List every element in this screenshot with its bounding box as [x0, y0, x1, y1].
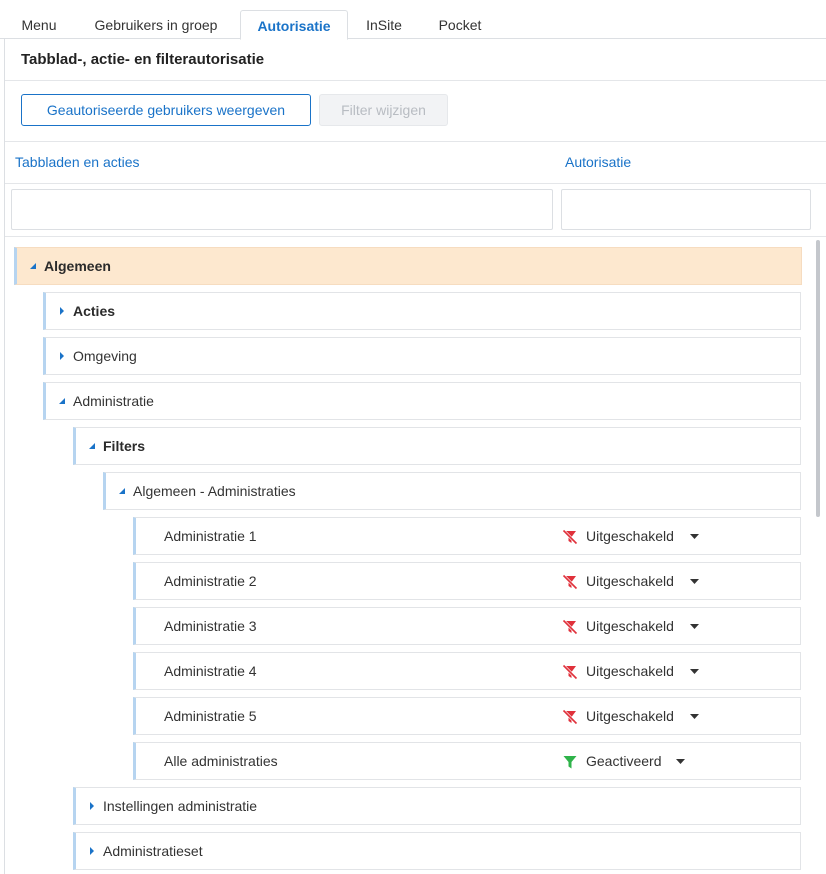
chevron-down-icon[interactable]: [690, 714, 699, 720]
status-label: Uitgeschakeld: [586, 573, 674, 589]
caret-collapsed-icon[interactable]: [57, 351, 67, 361]
tree-leaf-administratie-5[interactable]: Administratie 5 Uitgeschakeld: [133, 697, 801, 735]
tree-node-algemeen-administraties[interactable]: Algemeen - Administraties: [103, 472, 801, 510]
tabs-actions-filter-input[interactable]: [11, 189, 553, 230]
tree-node-filters[interactable]: Filters: [73, 427, 801, 465]
chevron-down-icon[interactable]: [690, 534, 699, 540]
filter-off-icon: [562, 529, 578, 545]
column-header-tabs-actions[interactable]: Tabbladen en acties: [15, 154, 140, 170]
filter-off-icon: [562, 619, 578, 635]
caret-expanded-icon[interactable]: [87, 441, 97, 451]
tree-node-label: Administratieset: [103, 843, 203, 859]
tab-insite[interactable]: InSite: [356, 10, 412, 40]
chevron-down-icon[interactable]: [690, 624, 699, 630]
chevron-down-icon[interactable]: [676, 759, 685, 765]
caret-collapsed-icon[interactable]: [87, 846, 97, 856]
tree-node-label: Omgeving: [73, 348, 137, 364]
tree-node-label: Administratie: [73, 393, 154, 409]
tree-leaf-label: Administratie 1: [164, 528, 257, 544]
tree-leaf-label: Administratie 5: [164, 708, 257, 724]
chevron-down-icon[interactable]: [690, 579, 699, 585]
tree-node-instellingen-administratie[interactable]: Instellingen administratie: [73, 787, 801, 825]
tree-node-label: Acties: [73, 303, 116, 319]
tree-node-administratie[interactable]: Administratie: [43, 382, 801, 420]
tree-node-label: Instellingen administratie: [103, 798, 258, 814]
filter-off-icon: [562, 574, 578, 590]
tree-node-algemeen[interactable]: Algemeen: [14, 247, 802, 285]
tab-autorisatie[interactable]: Autorisatie: [240, 10, 348, 40]
tree-leaf-administratie-1[interactable]: Administratie 1 Uitgeschakeld: [133, 517, 801, 555]
tree-node-label: Algemeen: [44, 258, 111, 274]
status-label: Uitgeschakeld: [586, 663, 674, 679]
tree-node-acties[interactable]: Acties: [43, 292, 801, 330]
vertical-scrollbar[interactable]: [816, 240, 820, 517]
header-divider: [5, 141, 826, 142]
tree-leaf-label: Administratie 4: [164, 663, 257, 679]
status-label: Geactiveerd: [586, 753, 662, 769]
filter-on-icon: [563, 756, 577, 769]
tree-leaf-administratie-4[interactable]: Administratie 4 Uitgeschakeld: [133, 652, 801, 690]
title-divider: [5, 80, 826, 81]
filter-off-icon: [562, 664, 578, 680]
caret-expanded-icon[interactable]: [117, 486, 127, 496]
tree-leaf-administratie-2[interactable]: Administratie 2 Uitgeschakeld: [133, 562, 801, 600]
status-label: Uitgeschakeld: [586, 528, 674, 544]
change-filter-button: Filter wijzigen: [319, 94, 448, 126]
tree-leaf-administratie-3[interactable]: Administratie 3 Uitgeschakeld: [133, 607, 801, 645]
tree-node-label: Filters: [103, 438, 146, 454]
tree-node-administratieset[interactable]: Administratieset: [73, 832, 801, 870]
caret-expanded-icon[interactable]: [28, 261, 38, 271]
column-header-authorization[interactable]: Autorisatie: [565, 154, 631, 170]
column-divider: [5, 183, 826, 184]
status-label: Uitgeschakeld: [586, 708, 674, 724]
page-title: Tabblad-, actie- en filterautorisatie: [21, 51, 265, 68]
caret-expanded-icon[interactable]: [57, 396, 67, 406]
tree-leaf-alle-administraties[interactable]: Alle administraties Geactiveerd: [133, 742, 801, 780]
tree-leaf-label: Alle administraties: [164, 753, 278, 769]
tree-leaf-label: Administratie 3: [164, 618, 257, 634]
caret-collapsed-icon[interactable]: [57, 306, 67, 316]
tab-gebruikers-in-groep[interactable]: Gebruikers in groep: [80, 10, 232, 40]
caret-collapsed-icon[interactable]: [87, 801, 97, 811]
tree-node-omgeving[interactable]: Omgeving: [43, 337, 801, 375]
chevron-down-icon[interactable]: [690, 669, 699, 675]
authorization-filter-input[interactable]: [561, 189, 811, 230]
tab-menu[interactable]: Menu: [8, 10, 70, 40]
filter-off-icon: [562, 709, 578, 725]
tab-pocket[interactable]: Pocket: [426, 10, 494, 40]
tab-bar: Menu Gebruikers in groep Autorisatie InS…: [0, 0, 826, 40]
tree-node-label: Algemeen - Administraties: [133, 483, 296, 499]
show-authorized-users-button[interactable]: Geautoriseerde gebruikers weergeven: [21, 94, 311, 126]
status-label: Uitgeschakeld: [586, 618, 674, 634]
filter-divider: [5, 236, 826, 237]
tree-leaf-label: Administratie 2: [164, 573, 257, 589]
